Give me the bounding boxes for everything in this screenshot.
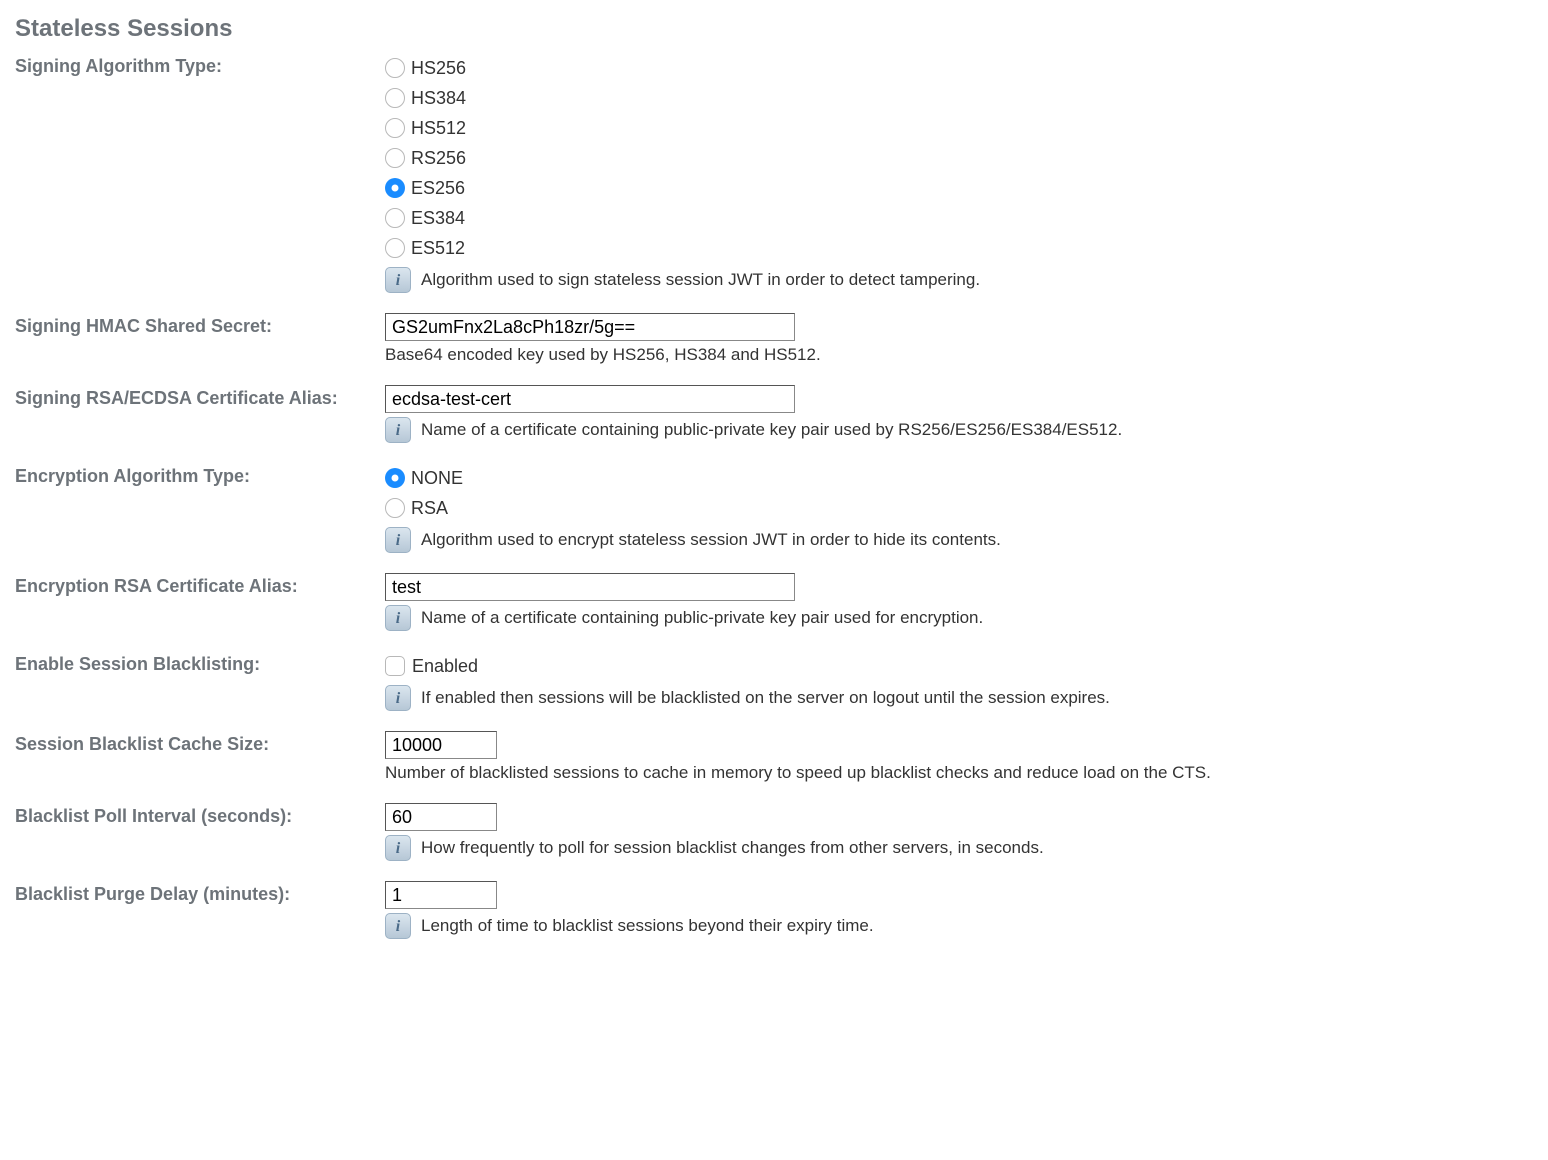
signing-algo-radio-rs256[interactable] [385, 148, 405, 168]
svg-text:i: i [396, 690, 401, 707]
control-rsa-alias: i Name of a certificate containing publi… [385, 385, 1533, 457]
help-blacklist-cache: Number of blacklisted sessions to cache … [385, 763, 1533, 783]
enc-algo-label-rsa: RSA [411, 498, 448, 519]
control-enc-rsa-alias: i Name of a certificate containing publi… [385, 573, 1533, 645]
info-poll-interval: i How frequently to poll for session bla… [385, 835, 1533, 861]
signing-algo-radio-es384[interactable] [385, 208, 405, 228]
signing-algo-radio-es256[interactable] [385, 178, 405, 198]
info-icon[interactable]: i [385, 605, 411, 631]
info-rsa-alias: i Name of a certificate containing publi… [385, 417, 1533, 443]
label-enc-rsa-alias: Encryption RSA Certificate Alias: [15, 573, 385, 597]
info-text: Name of a certificate containing public-… [421, 420, 1122, 440]
info-icon[interactable]: i [385, 685, 411, 711]
help-hmac-secret: Base64 encoded key used by HS256, HS384 … [385, 345, 1533, 365]
label-blacklist-cache: Session Blacklist Cache Size: [15, 731, 385, 755]
label-hmac-secret: Signing HMAC Shared Secret: [15, 313, 385, 337]
control-blacklist-enable: Enabled i If enabled then sessions will … [385, 651, 1533, 725]
blacklist-cache-input[interactable] [385, 731, 497, 759]
enc-rsa-alias-input[interactable] [385, 573, 795, 601]
label-rsa-alias: Signing RSA/ECDSA Certificate Alias: [15, 385, 385, 409]
info-purge-delay: i Length of time to blacklist sessions b… [385, 913, 1533, 939]
signing-algo-option-hs512: HS512 [385, 113, 1533, 143]
blacklist-enable-checkbox-label: Enabled [412, 656, 478, 677]
enc-algo-radio-rsa[interactable] [385, 498, 405, 518]
info-text: Algorithm used to encrypt stateless sess… [421, 530, 1001, 550]
label-blacklist-enable: Enable Session Blacklisting: [15, 651, 385, 675]
signing-algo-option-rs256: RS256 [385, 143, 1533, 173]
info-icon[interactable]: i [385, 527, 411, 553]
info-icon[interactable]: i [385, 913, 411, 939]
control-purge-delay: i Length of time to blacklist sessions b… [385, 881, 1533, 953]
signing-algo-label-es256: ES256 [411, 178, 465, 199]
svg-text:i: i [396, 422, 401, 439]
label-signing-algorithm: Signing Algorithm Type: [15, 53, 385, 77]
section-title: Stateless Sessions [15, 15, 1533, 43]
enc-algo-option-none: NONE [385, 463, 1533, 493]
info-text: Name of a certificate containing public-… [421, 608, 983, 628]
control-hmac-secret: Base64 encoded key used by HS256, HS384 … [385, 313, 1533, 379]
row-hmac-secret: Signing HMAC Shared Secret: Base64 encod… [15, 313, 1533, 379]
svg-text:i: i [396, 272, 401, 289]
signing-algo-radio-hs256[interactable] [385, 58, 405, 78]
signing-algo-label-es384: ES384 [411, 208, 465, 229]
row-blacklist-enable: Enable Session Blacklisting: Enabled i I… [15, 651, 1533, 725]
signing-algo-radio-hs512[interactable] [385, 118, 405, 138]
blacklist-enable-check-row: Enabled [385, 651, 1533, 681]
info-blacklist-enable: i If enabled then sessions will be black… [385, 685, 1533, 711]
signing-algo-label-es512: ES512 [411, 238, 465, 259]
hmac-secret-input[interactable] [385, 313, 795, 341]
signing-algo-option-es256: ES256 [385, 173, 1533, 203]
signing-algo-label-hs256: HS256 [411, 58, 466, 79]
row-poll-interval: Blacklist Poll Interval (seconds): i How… [15, 803, 1533, 875]
enc-algo-label-none: NONE [411, 468, 463, 489]
blacklist-enable-checkbox[interactable] [385, 656, 405, 676]
info-text: How frequently to poll for session black… [421, 838, 1044, 858]
row-rsa-alias: Signing RSA/ECDSA Certificate Alias: i N… [15, 385, 1533, 457]
info-text: If enabled then sessions will be blackli… [421, 688, 1110, 708]
purge-delay-input[interactable] [385, 881, 497, 909]
row-enc-rsa-alias: Encryption RSA Certificate Alias: i Name… [15, 573, 1533, 645]
control-signing-algorithm: HS256 HS384 HS512 RS256 ES256 ES384 ES512 i Al… [385, 53, 1533, 307]
info-signing-algorithm: i Algorithm used to sign stateless sessi… [385, 267, 1533, 293]
signing-algo-option-es512: ES512 [385, 233, 1533, 263]
label-purge-delay: Blacklist Purge Delay (minutes): [15, 881, 385, 905]
label-poll-interval: Blacklist Poll Interval (seconds): [15, 803, 385, 827]
info-enc-algorithm: i Algorithm used to encrypt stateless se… [385, 527, 1533, 553]
signing-algo-radio-hs384[interactable] [385, 88, 405, 108]
info-text: Length of time to blacklist sessions bey… [421, 916, 874, 936]
signing-algo-option-es384: ES384 [385, 203, 1533, 233]
row-enc-algorithm: Encryption Algorithm Type: NONE RSA i Alg… [15, 463, 1533, 567]
signing-algo-option-hs384: HS384 [385, 83, 1533, 113]
info-icon[interactable]: i [385, 835, 411, 861]
info-text: Algorithm used to sign stateless session… [421, 270, 980, 290]
enc-algo-radio-none[interactable] [385, 468, 405, 488]
control-poll-interval: i How frequently to poll for session bla… [385, 803, 1533, 875]
svg-text:i: i [396, 918, 401, 935]
row-purge-delay: Blacklist Purge Delay (minutes): i Lengt… [15, 881, 1533, 953]
signing-algo-option-hs256: HS256 [385, 53, 1533, 83]
enc-algo-option-rsa: RSA [385, 493, 1533, 523]
info-icon[interactable]: i [385, 417, 411, 443]
rsa-alias-input[interactable] [385, 385, 795, 413]
info-icon[interactable]: i [385, 267, 411, 293]
label-enc-algorithm: Encryption Algorithm Type: [15, 463, 385, 487]
control-enc-algorithm: NONE RSA i Algorithm used to encrypt stat… [385, 463, 1533, 567]
svg-text:i: i [396, 532, 401, 549]
signing-algo-label-hs384: HS384 [411, 88, 466, 109]
svg-text:i: i [396, 610, 401, 627]
svg-text:i: i [396, 840, 401, 857]
signing-algo-label-hs512: HS512 [411, 118, 466, 139]
signing-algo-radio-es512[interactable] [385, 238, 405, 258]
poll-interval-input[interactable] [385, 803, 497, 831]
row-signing-algorithm: Signing Algorithm Type: HS256 HS384 HS512 R… [15, 53, 1533, 307]
row-blacklist-cache: Session Blacklist Cache Size: Number of … [15, 731, 1533, 797]
signing-algo-label-rs256: RS256 [411, 148, 466, 169]
control-blacklist-cache: Number of blacklisted sessions to cache … [385, 731, 1533, 797]
info-enc-rsa-alias: i Name of a certificate containing publi… [385, 605, 1533, 631]
